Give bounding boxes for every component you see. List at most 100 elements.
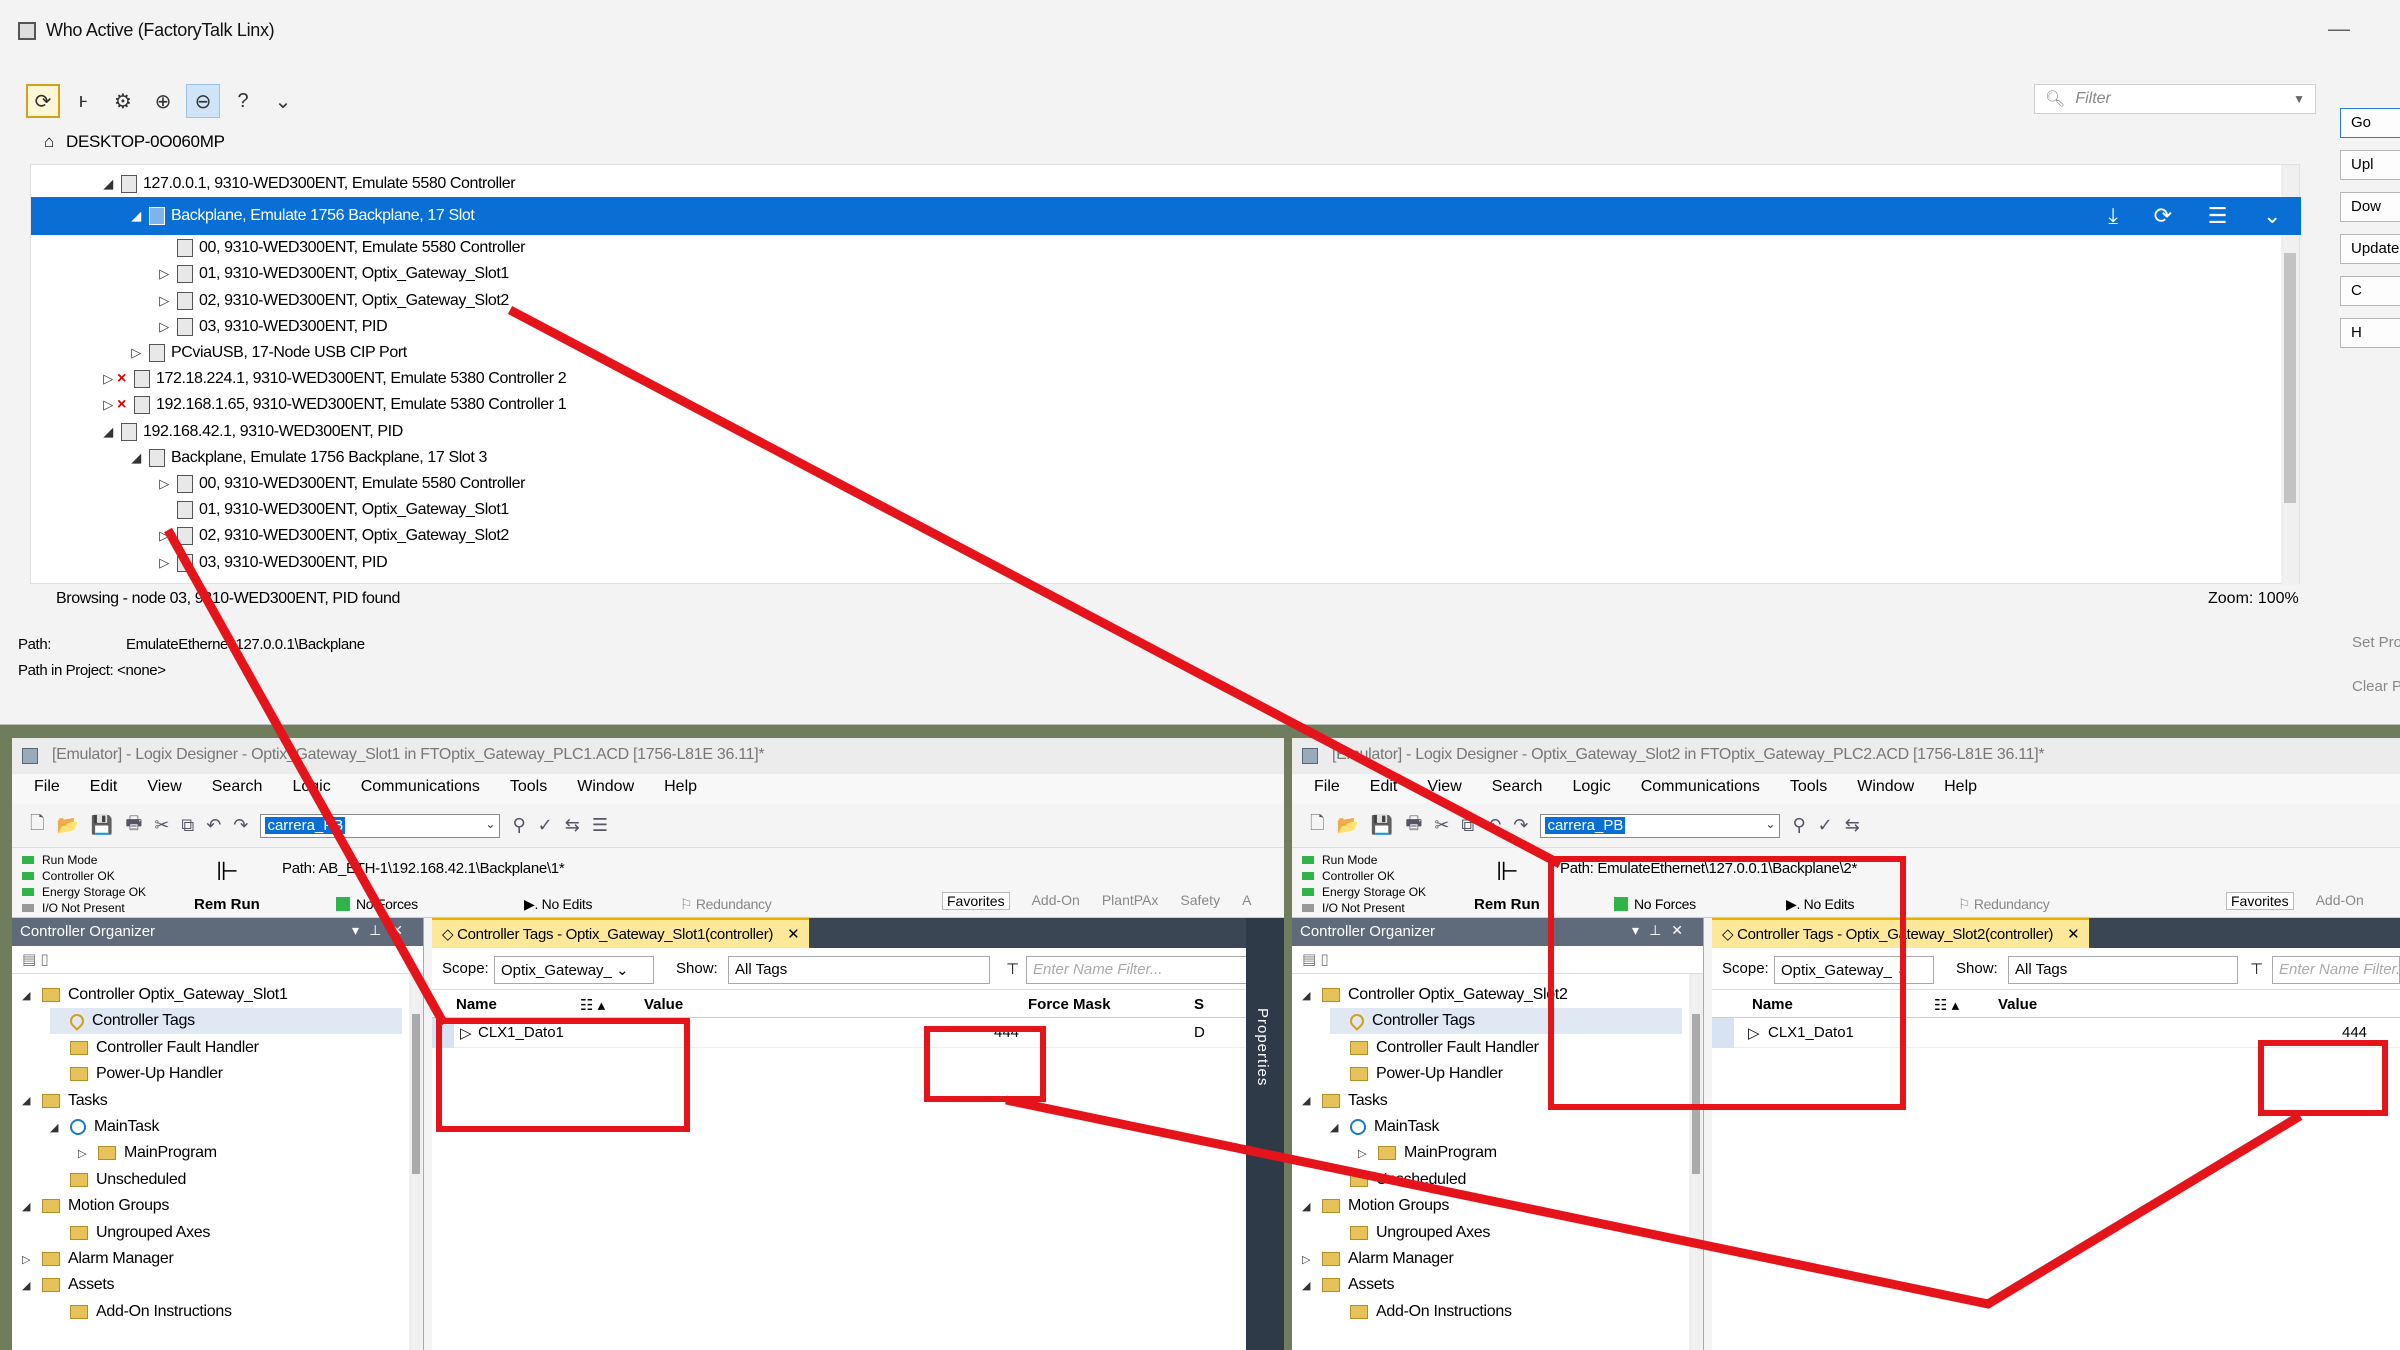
- expand-icon[interactable]: ◢: [1302, 1279, 1316, 1292]
- col-value[interactable]: Value: [1998, 996, 2037, 1013]
- organizer-item[interactable]: ◢ MainTask: [50, 1114, 159, 1140]
- tree-node[interactable]: ◢ 127.0.0.1, 9310-WED300ENT, Emulate 5580…: [31, 171, 2301, 197]
- organizer-item[interactable]: Controller Tags: [50, 1008, 402, 1035]
- tree-node[interactable]: ▷ 03, 9310-WED300ENT, PID: [31, 314, 2301, 340]
- browse-icon[interactable]: ⟳: [26, 84, 60, 118]
- redo-icon[interactable]: ↷: [233, 815, 248, 836]
- open-icon[interactable]: 📂: [56, 815, 78, 836]
- expand-icon[interactable]: ▷: [155, 555, 173, 571]
- tag-value[interactable]: 444: [2342, 1024, 2367, 1041]
- new-icon[interactable]: 🗋: [1310, 811, 1324, 841]
- menu-item-file[interactable]: File: [34, 778, 60, 804]
- organizer-item[interactable]: Unscheduled: [1330, 1167, 1466, 1193]
- tab-controller-tags[interactable]: ◇ Controller Tags - Optix_Gateway_Slot1(…: [432, 918, 810, 948]
- menu-item-search[interactable]: Search: [212, 778, 263, 804]
- expand-icon[interactable]: ▷: [127, 345, 145, 361]
- refresh-icon[interactable]: ⟳: [2154, 203, 2172, 229]
- organizer-item[interactable]: ▷ MainProgram: [78, 1140, 217, 1166]
- chevron-down-icon[interactable]: ⌄: [2263, 203, 2281, 229]
- menu-item-tools[interactable]: Tools: [510, 778, 547, 804]
- organizer-item[interactable]: ◢ Controller Optix_Gateway_Slot2: [1302, 982, 1568, 1008]
- organizer-item[interactable]: Power-Up Handler: [50, 1061, 223, 1087]
- organizer-view-icon[interactable]: ▤ ▯: [22, 951, 49, 968]
- show-select[interactable]: All Tags: [728, 956, 990, 984]
- organizer-item[interactable]: Ungrouped Axes: [1330, 1220, 1490, 1246]
- menu-item-tools[interactable]: Tools: [1790, 778, 1827, 804]
- expand-icon[interactable]: ▷: [155, 293, 173, 309]
- print-icon[interactable]: 🖶: [1405, 811, 1422, 841]
- filter-icon[interactable]: ⊤: [1006, 960, 1019, 978]
- expand-icon[interactable]: ▷: [22, 1253, 36, 1266]
- tree-node[interactable]: ▷ × 172.18.224.1, 9310-WED300ENT, Emulate …: [31, 366, 2301, 392]
- col-name-sort-icon[interactable]: ☷ ▴: [580, 996, 605, 1014]
- logix1-path[interactable]: Path: AB_ETH-1\192.168.42.1\Backplane\1*: [282, 860, 565, 877]
- verify-icon[interactable]: ✓: [538, 815, 553, 836]
- tree-node[interactable]: ▷ 02, 9310-WED300ENT, Optix_Gateway_Slot2: [31, 523, 2301, 549]
- expand-icon[interactable]: ▷: [155, 319, 173, 335]
- copy-icon[interactable]: ⧉: [1461, 815, 1474, 836]
- help-button[interactable]: H: [2340, 318, 2400, 348]
- upload-button[interactable]: Upl: [2340, 150, 2400, 180]
- organizer-view-icon[interactable]: ▤ ▯: [1302, 951, 1329, 968]
- menu-item-edit[interactable]: Edit: [90, 778, 118, 804]
- find-icon[interactable]: ⚲: [1792, 815, 1805, 836]
- download-button[interactable]: Dow: [2340, 192, 2400, 222]
- menu-item-logic[interactable]: Logic: [1572, 778, 1610, 804]
- scope-select[interactable]: Optix_Gateway_ ⌄: [494, 956, 654, 984]
- cut-icon[interactable]: ✂: [154, 815, 169, 836]
- tree-node[interactable]: ▷ × 192.168.1.65, 9310-WED300ENT, Emulate …: [31, 392, 2301, 418]
- minimize-icon[interactable]: —: [2328, 16, 2350, 42]
- close-icon[interactable]: ✕: [787, 926, 800, 943]
- expand-icon[interactable]: ◢: [127, 208, 145, 224]
- chevron-down-icon[interactable]: ⌄: [485, 817, 495, 831]
- pane-controls-icon[interactable]: ▾⊥✕: [352, 922, 413, 939]
- properties-panel-tab[interactable]: Properties: [1246, 918, 1284, 1350]
- menu-item-view[interactable]: View: [147, 778, 181, 804]
- filter-icon[interactable]: ⊤: [2250, 960, 2263, 978]
- organizer-scrollbar[interactable]: [409, 974, 423, 1350]
- col-force-mask[interactable]: Force Mask: [1028, 996, 1111, 1013]
- tab-plantpax[interactable]: PlantPAx: [1102, 892, 1159, 910]
- organizer-item[interactable]: ▷ Alarm Manager: [22, 1246, 174, 1272]
- expand-icon[interactable]: ▷: [1302, 1253, 1316, 1266]
- tab-add-on[interactable]: Add-On: [2316, 892, 2364, 910]
- name-filter-input[interactable]: Enter Name Filter...: [1026, 956, 1258, 984]
- col-name[interactable]: Name: [456, 996, 497, 1013]
- name-filter-input[interactable]: Enter Name Filter...: [2272, 956, 2400, 984]
- menu-item-help[interactable]: Help: [664, 778, 697, 804]
- show-select[interactable]: All Tags: [2008, 956, 2238, 984]
- organizer-item[interactable]: ◢ Controller Optix_Gateway_Slot1: [22, 982, 288, 1008]
- organizer-item[interactable]: ◢ Tasks: [1302, 1088, 1388, 1114]
- expand-icon[interactable]: ◢: [22, 1200, 36, 1213]
- copy-icon[interactable]: ⧉: [181, 815, 194, 836]
- tree-node[interactable]: ◢ Backplane, Emulate 1756 Backplane, 17 S…: [31, 445, 2301, 471]
- expand-icon[interactable]: ◢: [127, 450, 145, 466]
- gear-icon[interactable]: ⚙: [106, 84, 140, 118]
- menu-item-communications[interactable]: Communications: [1641, 778, 1760, 804]
- download-icon[interactable]: ⤓: [2108, 203, 2118, 229]
- tab-a[interactable]: A: [1242, 892, 1251, 910]
- organizer-item[interactable]: ◢ Assets: [1302, 1272, 1395, 1298]
- save-icon[interactable]: 💾: [91, 815, 113, 836]
- zoom-in-icon[interactable]: ⊕: [146, 84, 180, 118]
- tree-node[interactable]: ▷ 03, 9310-WED300ENT, PID: [31, 550, 2301, 576]
- chevron-down-icon[interactable]: ⌄: [1765, 817, 1775, 831]
- chevron-down-icon[interactable]: ▼: [2293, 92, 2305, 106]
- cut-icon[interactable]: ✂: [1434, 815, 1449, 836]
- expand-icon[interactable]: ◢: [50, 1121, 64, 1134]
- host-node[interactable]: ⌂ DESKTOP-0O060MP: [44, 132, 225, 152]
- organizer-item[interactable]: ◢ Motion Groups: [22, 1193, 169, 1219]
- menu-item-window[interactable]: Window: [1857, 778, 1914, 804]
- expand-icon[interactable]: ▷: [99, 371, 117, 387]
- properties-icon[interactable]: ☰: [592, 815, 608, 836]
- expand-icon[interactable]: ◢: [1302, 989, 1316, 1002]
- menu-item-logic[interactable]: Logic: [292, 778, 330, 804]
- col-name-sort-icon[interactable]: ☷ ▴: [1934, 996, 1959, 1014]
- menu-item-communications[interactable]: Communications: [361, 778, 480, 804]
- tab-favorites[interactable]: Favorites: [942, 892, 1010, 910]
- scroll-thumb[interactable]: [412, 1014, 420, 1174]
- tree-node[interactable]: ▷ PCviaUSB, 17-Node USB CIP Port: [31, 340, 2301, 366]
- set-project-path-button[interactable]: Set Pro: [2352, 634, 2400, 651]
- tree-node[interactable]: 01, 9310-WED300ENT, Optix_Gateway_Slot1: [31, 497, 2301, 523]
- expand-icon[interactable]: ◢: [22, 1094, 36, 1107]
